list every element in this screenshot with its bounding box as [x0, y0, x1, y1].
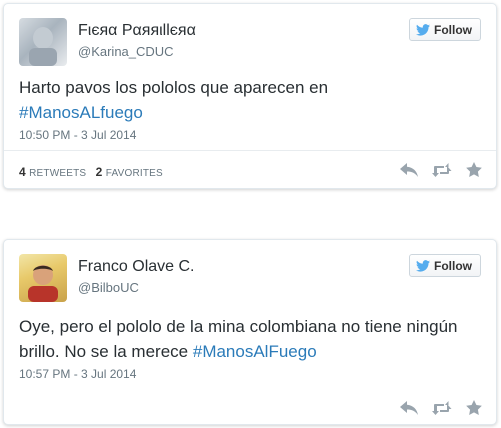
tweet-timestamp[interactable]: 10:50 PM - 3 Jul 2014: [19, 128, 136, 142]
user-handle[interactable]: @BilboUC: [78, 280, 139, 295]
twitter-bird-icon: [416, 23, 430, 36]
follow-label: Follow: [434, 258, 472, 273]
tweet-card: Fιєяα Pαяяιllєяα @Karina_CDUC Follow Har…: [3, 3, 497, 189]
retweet-icon[interactable]: [432, 162, 452, 177]
favorite-count[interactable]: 2: [96, 165, 103, 179]
tweet-text: Oye, pero el pololo de la mina colombian…: [19, 314, 476, 364]
retweets-label: Retweets: [29, 168, 87, 179]
favorite-star-icon[interactable]: [466, 162, 482, 177]
tweet-text: Harto pavos los pololos que aparecen en …: [19, 75, 476, 125]
reply-icon[interactable]: [400, 400, 418, 415]
hashtag-link[interactable]: #ManosALfuego: [19, 103, 143, 122]
user-handle[interactable]: @Karina_CDUC: [78, 44, 174, 59]
display-name[interactable]: Franco Olave C.: [78, 258, 194, 276]
display-name[interactable]: Fιєяα Pαяяιllєяα: [78, 22, 196, 40]
tweet-actions: [400, 400, 482, 415]
retweet-icon[interactable]: [432, 400, 452, 415]
hashtag-link[interactable]: #ManosAlFuego: [193, 342, 317, 361]
retweet-count[interactable]: 4: [19, 165, 26, 179]
tweet-stats: 4 Retweets 2 Favorites: [19, 165, 169, 179]
follow-button[interactable]: Follow: [409, 18, 481, 41]
tweet-text-body: Harto pavos los pololos que aparecen en: [19, 78, 329, 97]
favorites-label: Favorites: [105, 168, 163, 179]
follow-button[interactable]: Follow: [409, 254, 481, 277]
avatar[interactable]: [19, 18, 67, 66]
twitter-bird-icon: [416, 259, 430, 272]
avatar[interactable]: [19, 254, 67, 302]
tweet-timestamp[interactable]: 10:57 PM - 3 Jul 2014: [19, 367, 136, 381]
tweet-card: Franco Olave C. @BilboUC Follow Oye, per…: [3, 239, 497, 425]
tweet-actions: [400, 162, 482, 177]
divider: [4, 150, 496, 151]
follow-label: Follow: [434, 22, 472, 37]
favorite-star-icon[interactable]: [466, 400, 482, 415]
reply-icon[interactable]: [400, 162, 418, 177]
